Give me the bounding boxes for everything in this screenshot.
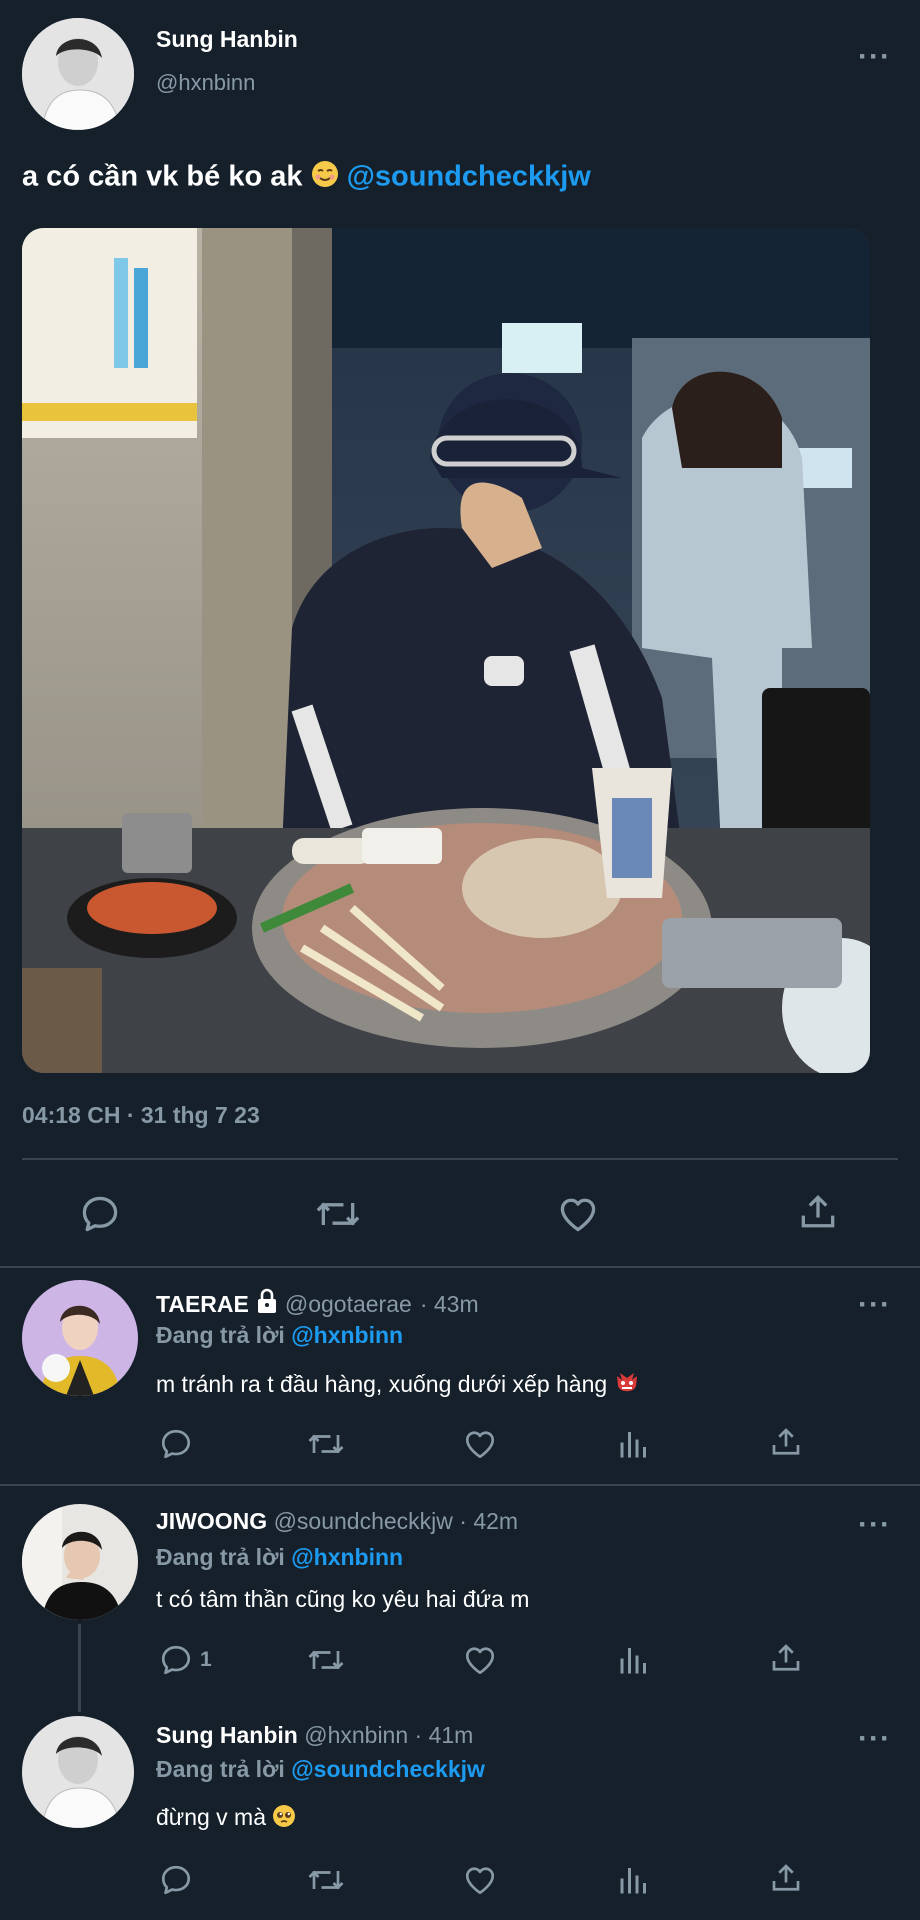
lock-icon	[255, 1288, 279, 1320]
reply-text-body: đừng v mà	[156, 1804, 267, 1831]
tweet-photo[interactable]	[22, 228, 870, 1073]
replying-to-label: Đang trả lời	[156, 1322, 285, 1348]
replying-to: Đang trả lời @soundcheckkjw	[156, 1756, 485, 1783]
reply-author-handle[interactable]: @ogotaerae	[285, 1291, 412, 1318]
share-icon	[801, 1194, 835, 1228]
analytics-button[interactable]	[616, 1426, 652, 1462]
reply-time[interactable]: · 43m	[420, 1291, 479, 1318]
more-icon[interactable]: ···	[858, 1290, 891, 1320]
like-button[interactable]	[556, 1192, 600, 1236]
reply-button[interactable]	[78, 1192, 122, 1236]
retweet-button[interactable]	[306, 1862, 346, 1898]
reply-avatar[interactable]	[22, 1504, 138, 1620]
reply-author-name[interactable]: JIWOONG	[156, 1508, 267, 1534]
analytics-button[interactable]	[616, 1862, 652, 1898]
analytics-button[interactable]	[616, 1642, 652, 1678]
reply-author-handle[interactable]: @hxnbinn	[304, 1722, 408, 1748]
reply-button[interactable]	[158, 1862, 200, 1898]
like-button[interactable]	[462, 1426, 498, 1462]
retweet-button[interactable]	[306, 1642, 346, 1678]
like-button[interactable]	[462, 1642, 498, 1678]
pleading-face-emoji-icon	[272, 1804, 296, 1834]
share-button[interactable]	[768, 1424, 804, 1460]
reply-text-body: m tránh ra t đầu hàng, xuống dưới xếp hà…	[156, 1371, 608, 1398]
divider	[0, 1484, 920, 1486]
reply-header: TAERAE @ogotaerae · 43m	[156, 1288, 479, 1320]
author-name[interactable]: Sung Hanbin	[156, 26, 298, 53]
avatar-photo	[22, 1716, 134, 1828]
reply-count: 1	[200, 1648, 212, 1671]
avatar-photo	[22, 18, 134, 130]
tweet-text: a có cần vk bé ko ak @soundcheckkjw	[22, 160, 591, 196]
share-icon	[772, 1864, 800, 1891]
tweet-timestamp[interactable]: 04:18 CH · 31 thg 7 23	[22, 1102, 260, 1129]
thread-line	[78, 1624, 81, 1712]
divider	[22, 1158, 898, 1160]
replying-to-mention[interactable]: @soundcheckkjw	[291, 1756, 485, 1782]
avatar-photo	[22, 1504, 138, 1620]
retweet-icon	[308, 1650, 344, 1670]
reply-header: Sung Hanbin @hxnbinn · 41m	[156, 1722, 473, 1749]
retweet-icon	[308, 1434, 344, 1454]
replying-to-label: Đang trả lời	[156, 1544, 285, 1570]
analytics-icon	[620, 1432, 646, 1458]
reply-button[interactable]: 1	[158, 1642, 212, 1678]
reply-text: đừng v mà	[156, 1804, 296, 1834]
tweet-mention-link[interactable]: @soundcheckkjw	[347, 161, 591, 193]
like-button[interactable]	[462, 1862, 498, 1898]
share-button[interactable]	[768, 1640, 804, 1676]
reply-icon	[161, 1429, 191, 1459]
replying-to-label: Đang trả lời	[156, 1756, 285, 1782]
reply-author-handle[interactable]: @soundcheckkjw	[274, 1508, 453, 1534]
avatar-photo	[22, 1280, 138, 1396]
analytics-icon	[620, 1868, 646, 1894]
retweet-icon	[316, 1202, 360, 1226]
like-icon	[560, 1198, 596, 1232]
reply-time[interactable]: · 41m	[415, 1722, 474, 1748]
replying-to: Đang trả lời @hxnbinn	[156, 1544, 403, 1571]
reply-icon	[161, 1865, 191, 1895]
reply-time[interactable]: · 42m	[459, 1508, 518, 1534]
share-icon	[772, 1428, 800, 1455]
reply-icon	[161, 1645, 191, 1675]
replying-to: Đang trả lời @hxnbinn	[156, 1322, 403, 1349]
author-avatar[interactable]	[22, 18, 134, 130]
share-button[interactable]	[796, 1190, 840, 1234]
reply-author-name[interactable]: Sung Hanbin	[156, 1722, 298, 1748]
reply-header: JIWOONG @soundcheckkjw · 42m	[156, 1508, 518, 1535]
more-icon[interactable]: ···	[858, 42, 891, 72]
reply-avatar[interactable]	[22, 1716, 134, 1828]
like-icon	[465, 1647, 495, 1675]
divider	[0, 1266, 920, 1268]
reply-author-name[interactable]: TAERAE	[156, 1291, 249, 1318]
author-handle[interactable]: @hxnbinn	[156, 70, 255, 96]
reply-text: m tránh ra t đầu hàng, xuống dưới xếp hà…	[156, 1370, 640, 1402]
replying-to-mention[interactable]: @hxnbinn	[291, 1322, 403, 1348]
more-icon[interactable]: ···	[858, 1510, 891, 1540]
share-button[interactable]	[768, 1860, 804, 1896]
relieved-emoji-icon	[311, 160, 339, 196]
reply-avatar[interactable]	[22, 1280, 138, 1396]
retweet-button[interactable]	[314, 1192, 362, 1236]
share-icon	[772, 1644, 800, 1671]
restaurant-photo	[22, 228, 870, 1073]
more-icon[interactable]: ···	[858, 1724, 891, 1754]
retweet-icon	[308, 1870, 344, 1890]
reply-icon	[82, 1196, 118, 1232]
replying-to-mention[interactable]: @hxnbinn	[291, 1544, 403, 1570]
reply-button[interactable]	[158, 1426, 200, 1462]
goblin-emoji-icon	[614, 1370, 640, 1402]
analytics-icon	[620, 1648, 646, 1674]
like-icon	[465, 1867, 495, 1895]
reply-text: t có tâm thần cũng ko yêu hai đứa m	[156, 1586, 530, 1612]
retweet-button[interactable]	[306, 1426, 346, 1462]
tweet-text-body: a có cần vk bé ko ak	[22, 160, 303, 193]
like-icon	[465, 1431, 495, 1459]
